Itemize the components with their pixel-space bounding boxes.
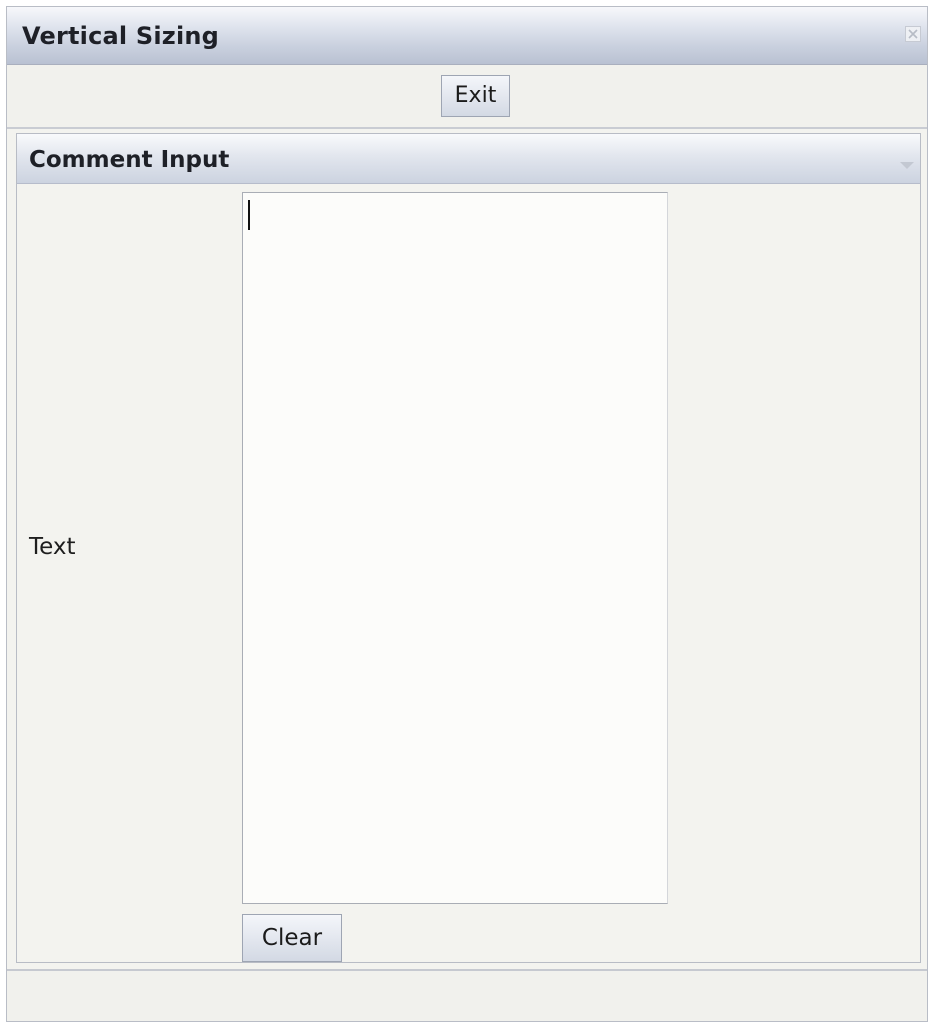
toolbar: Exit: [7, 65, 927, 129]
status-bar: [7, 969, 927, 1021]
text-caret: [248, 200, 250, 230]
window-title: Vertical Sizing: [22, 22, 220, 50]
chevron-down-icon[interactable]: [898, 156, 916, 169]
comment-textarea[interactable]: [242, 192, 668, 904]
close-icon[interactable]: [905, 26, 921, 42]
exit-button[interactable]: Exit: [441, 75, 510, 117]
comment-input-panel: Comment Input Text Clear: [16, 133, 921, 963]
window-titlebar: Vertical Sizing: [7, 7, 927, 65]
clear-button[interactable]: Clear: [242, 914, 342, 962]
text-field-label: Text: [29, 534, 76, 560]
panel-header[interactable]: Comment Input: [17, 134, 920, 184]
panel-title: Comment Input: [29, 147, 230, 173]
application-window: Vertical Sizing Exit Comment Input Text …: [6, 6, 928, 1022]
